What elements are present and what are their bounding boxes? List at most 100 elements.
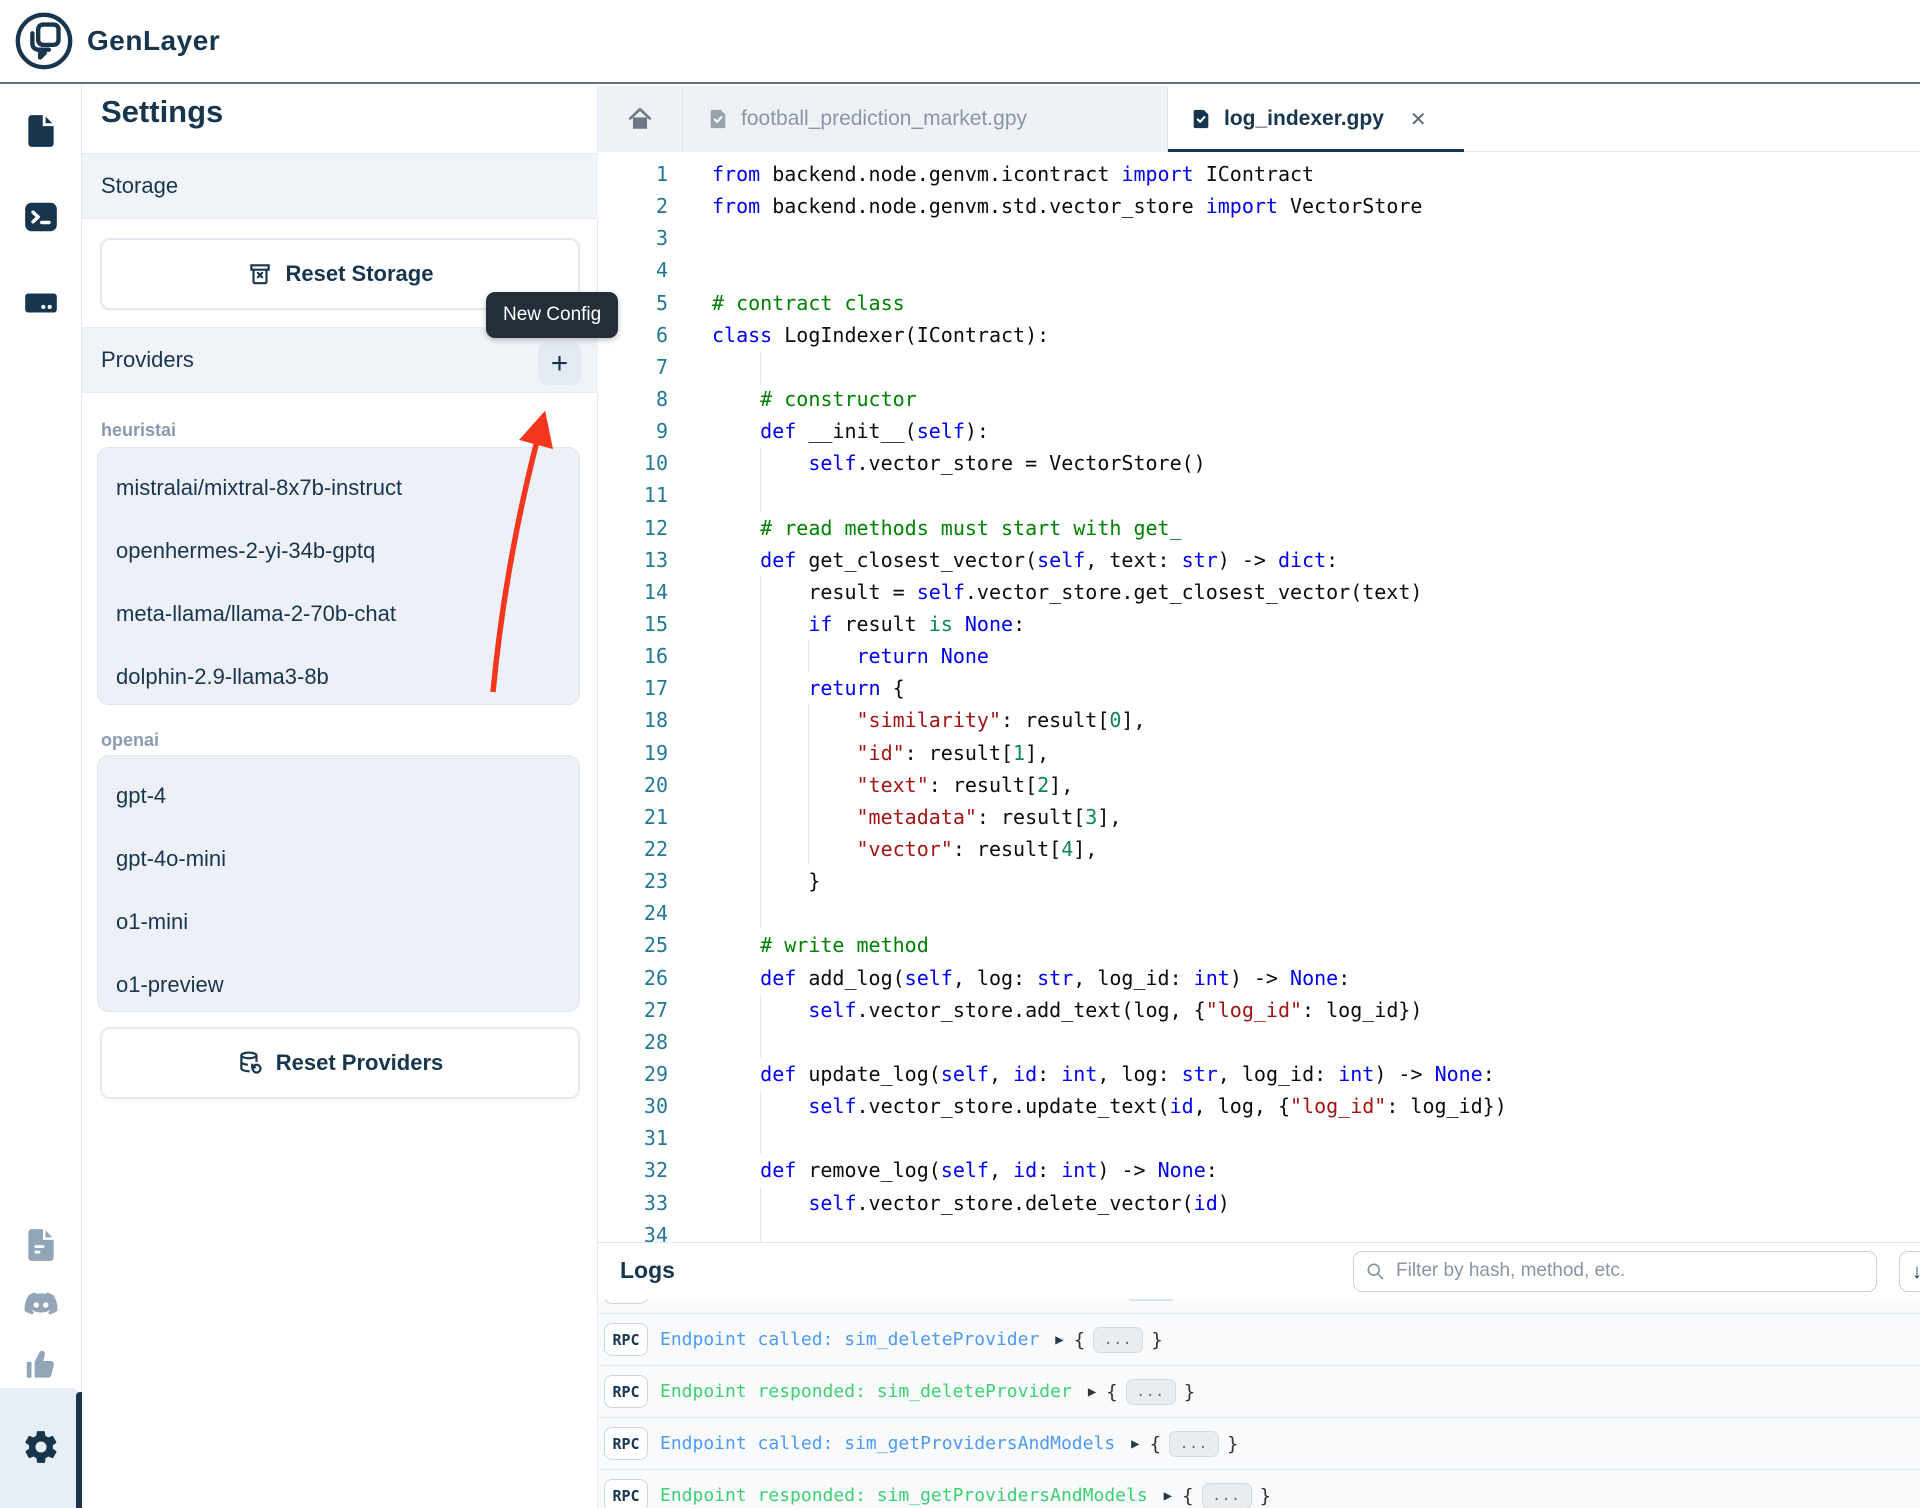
code-line[interactable]: 5# contract class xyxy=(598,287,1920,319)
code-line[interactable]: 17 return { xyxy=(598,672,1920,704)
code-line[interactable]: 16 return None xyxy=(598,640,1920,672)
code-line[interactable]: 31 xyxy=(598,1122,1920,1154)
ellipsis-expand-button[interactable]: ... xyxy=(1202,1483,1252,1508)
log-message: Endpoint called: sim_getProvidersAndMode… xyxy=(660,1433,1115,1454)
provider-model-item[interactable]: dolphin-2.9-llama3-8b xyxy=(98,645,579,708)
code-line[interactable]: 11 xyxy=(598,479,1920,511)
code-token-cm: # contract class xyxy=(712,291,905,315)
code-token-pl: remove_log( xyxy=(796,1158,941,1182)
ellipsis-expand-button[interactable]: ... xyxy=(1126,1379,1176,1405)
code-line[interactable]: 1from backend.node.genvm.icontract impor… xyxy=(598,158,1920,190)
feedback-thumbs-up-icon[interactable] xyxy=(0,1334,82,1396)
code-token-kw: int xyxy=(1061,1062,1097,1086)
tab-log-indexer[interactable]: log_indexer.gpy ✕ xyxy=(1168,86,1464,152)
home-tab-button[interactable] xyxy=(598,86,683,152)
code-token-pl: ) -> xyxy=(1230,966,1290,990)
reset-providers-button[interactable]: Reset Providers xyxy=(100,1027,580,1099)
code-token-pl: , xyxy=(989,1062,1013,1086)
code-line[interactable]: 33 self.vector_store.delete_vector(id) xyxy=(598,1187,1920,1219)
code-line-content: "metadata": result[3], xyxy=(712,801,1920,833)
code-line[interactable]: 20 "text": result[2], xyxy=(598,769,1920,801)
expand-arrow-icon[interactable]: ▶ xyxy=(1131,1436,1139,1452)
code-line[interactable]: 27 self.vector_store.add_text(log, {"log… xyxy=(598,994,1920,1026)
code-token-pl: : result[ xyxy=(1001,708,1109,732)
code-line[interactable]: 34 xyxy=(598,1219,1920,1242)
ellipsis-expand-button[interactable]: ... xyxy=(1126,1299,1176,1301)
code-line[interactable]: 21 "metadata": result[3], xyxy=(598,801,1920,833)
code-line-content: if result is None: xyxy=(712,608,1920,640)
code-line[interactable]: 22 "vector": result[4], xyxy=(598,833,1920,865)
expand-arrow-icon[interactable]: ▶ xyxy=(1164,1488,1172,1504)
log-row[interactable]: RPCEndpoint called: sim_getProvidersAndM… xyxy=(598,1418,1920,1470)
code-line[interactable]: 10 self.vector_store = VectorStore() xyxy=(598,447,1920,479)
code-line[interactable]: 4 xyxy=(598,254,1920,286)
logs-sort-button[interactable]: ↓↑ xyxy=(1899,1251,1920,1292)
code-line[interactable]: 6class LogIndexer(IContract): xyxy=(598,319,1920,351)
code-line[interactable]: 30 self.vector_store.update_text(id, log… xyxy=(598,1090,1920,1122)
provider-model-item[interactable]: o1-preview xyxy=(98,953,579,1016)
code-line-content: self.vector_store = VectorStore() xyxy=(712,447,1920,479)
code-token-pl xyxy=(712,419,760,443)
storage-drive-icon[interactable] xyxy=(0,272,82,334)
logs-filter-input[interactable] xyxy=(1394,1252,1864,1290)
code-editor[interactable]: 1from backend.node.genvm.icontract impor… xyxy=(598,152,1920,1242)
docs-file-icon[interactable] xyxy=(0,1214,82,1276)
close-tab-icon[interactable]: ✕ xyxy=(1410,107,1427,132)
code-line[interactable]: 12 # read methods must start with get_ xyxy=(598,512,1920,544)
provider-model-item[interactable]: openhermes-2-yi-34b-gptq xyxy=(98,519,579,582)
code-line[interactable]: 7 xyxy=(598,351,1920,383)
file-check-icon xyxy=(707,108,729,130)
code-line[interactable]: 13 def get_closest_vector(self, text: st… xyxy=(598,544,1920,576)
code-line[interactable]: 19 "id": result[1], xyxy=(598,737,1920,769)
code-line-content: self.vector_store.update_text(id, log, {… xyxy=(712,1090,1920,1122)
code-line[interactable]: 8 # constructor xyxy=(598,383,1920,415)
code-token-kw: class xyxy=(712,323,772,347)
log-row-partial[interactable]: RPCEndpoint responded: sim_updateProvide… xyxy=(598,1299,1920,1314)
code-line[interactable]: 3 xyxy=(598,222,1920,254)
code-line-content: # constructor xyxy=(712,383,1920,415)
log-row[interactable]: RPCEndpoint called: sim_deleteProvider▶{… xyxy=(598,1314,1920,1366)
log-row[interactable]: RPCEndpoint responded: sim_getProvidersA… xyxy=(598,1470,1920,1508)
add-provider-button[interactable]: + xyxy=(538,342,581,385)
code-line[interactable]: 15 if result is None: xyxy=(598,608,1920,640)
terminal-icon[interactable] xyxy=(0,186,82,248)
provider-model-item[interactable]: gpt-4o-mini xyxy=(98,827,579,890)
code-line[interactable]: 2from backend.node.genvm.std.vector_stor… xyxy=(598,190,1920,222)
tab-football-prediction-market[interactable]: football_prediction_market.gpy xyxy=(683,86,1168,152)
genlayer-logo-icon[interactable] xyxy=(13,10,75,72)
expand-arrow-icon[interactable]: ▶ xyxy=(1055,1332,1063,1348)
log-row[interactable]: RPCEndpoint responded: sim_deleteProvide… xyxy=(598,1366,1920,1418)
code-line[interactable]: 18 "similarity": result[0], xyxy=(598,704,1920,736)
tab-label: football_prediction_market.gpy xyxy=(741,107,1027,131)
code-token-pl: ], xyxy=(1073,837,1097,861)
code-line[interactable]: 29 def update_log(self, id: int, log: st… xyxy=(598,1058,1920,1090)
line-number: 11 xyxy=(598,479,668,511)
contracts-file-icon[interactable] xyxy=(0,100,82,162)
provider-group-label-heuristai: heuristai xyxy=(101,420,176,441)
code-line[interactable]: 14 result = self.vector_store.get_closes… xyxy=(598,576,1920,608)
ellipsis-expand-button[interactable]: ... xyxy=(1093,1327,1143,1353)
expand-arrow-icon[interactable]: ▶ xyxy=(1088,1384,1096,1400)
provider-model-item[interactable]: o1-mini xyxy=(98,890,579,953)
indent-guide xyxy=(808,704,809,736)
code-line[interactable]: 28 xyxy=(598,1026,1920,1058)
code-line[interactable]: 26 def add_log(self, log: str, log_id: i… xyxy=(598,962,1920,994)
code-line[interactable]: 25 # write method xyxy=(598,929,1920,961)
line-number: 23 xyxy=(598,865,668,897)
logs-panel: Logs ↓↑ RPCEndpoint responded: sim_updat… xyxy=(598,1242,1920,1508)
line-number: 28 xyxy=(598,1026,668,1058)
code-line[interactable]: 23 } xyxy=(598,865,1920,897)
provider-model-item[interactable]: gpt-4 xyxy=(98,764,579,827)
code-line-content: from backend.node.genvm.std.vector_store… xyxy=(712,190,1920,222)
code-line[interactable]: 9 def __init__(self): xyxy=(598,415,1920,447)
code-line[interactable]: 24 xyxy=(598,897,1920,929)
code-line[interactable]: 32 def remove_log(self, id: int) -> None… xyxy=(598,1154,1920,1186)
code-token-kw: from xyxy=(712,194,760,218)
discord-icon[interactable] xyxy=(0,1274,82,1336)
provider-model-item[interactable]: mistralai/mixtral-8x7b-instruct xyxy=(98,456,579,519)
provider-model-item[interactable]: meta-llama/llama-2-70b-chat xyxy=(98,582,579,645)
ellipsis-expand-button[interactable]: ... xyxy=(1169,1431,1219,1457)
app-header: GenLayer xyxy=(0,0,1920,84)
indent-guide xyxy=(760,704,761,736)
settings-gear-icon[interactable] xyxy=(0,1416,82,1478)
